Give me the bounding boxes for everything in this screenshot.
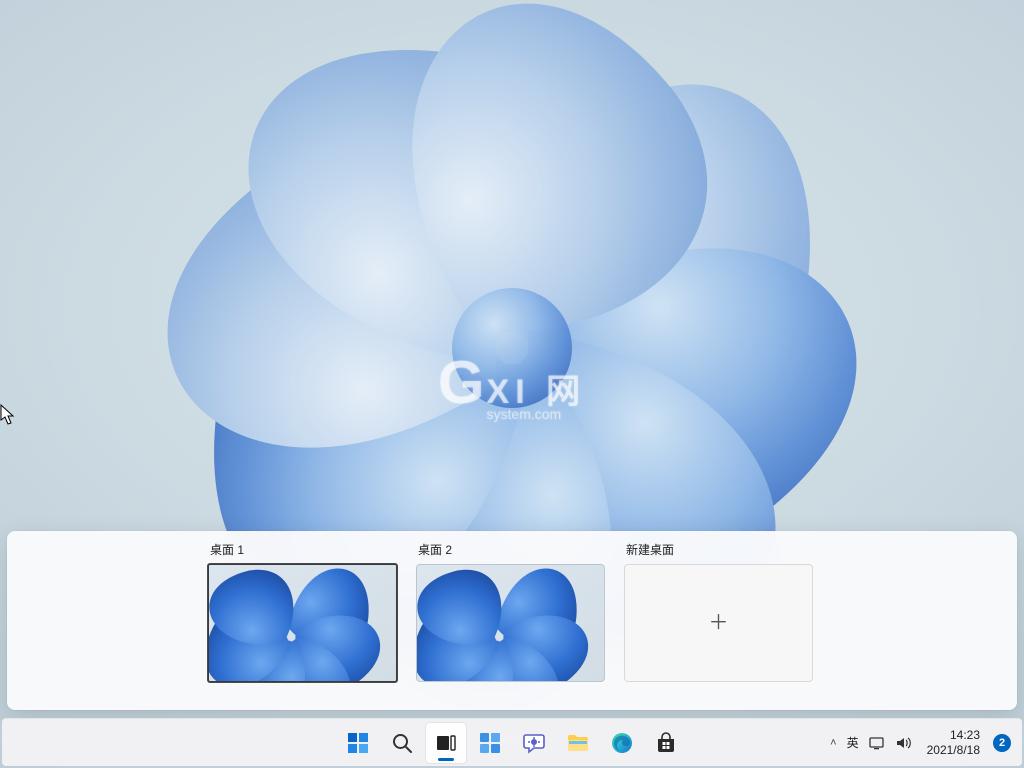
system-tray[interactable]: ˄ 英 [822,723,918,763]
explorer-icon [566,731,590,755]
chat-button[interactable] [514,723,554,763]
tray-overflow-icon[interactable]: ˄ [830,737,836,749]
watermark-g: G [438,348,485,417]
widgets-button[interactable] [470,723,510,763]
store-button[interactable] [646,723,686,763]
start-button[interactable] [338,723,378,763]
taskbar-right: ˄ 英 14:23 2021/8/18 2 [822,719,1016,766]
taskbar-center [338,723,686,763]
store-icon [654,731,678,755]
edge-button[interactable] [602,723,642,763]
search-icon [390,731,414,755]
ime-indicator[interactable]: 英 [847,734,859,751]
virtual-desktop-2[interactable]: 桌面 2 [416,541,608,682]
new-desktop-button[interactable]: ＋ [624,564,813,682]
new-virtual-desktop[interactable]: 新建桌面 ＋ [624,541,816,682]
virtual-desktop-1[interactable]: 桌面 1 [208,541,400,682]
clock-date: 2021/8/18 [927,743,980,758]
taskview-icon [434,731,458,755]
watermark: G XI 网 system.com [438,348,586,420]
plus-icon: ＋ [709,613,729,633]
file-explorer-button[interactable] [558,723,598,763]
virtual-desktop-label: 桌面 2 [418,541,608,558]
task-view-panel: 桌面 1 [7,531,1017,710]
search-button[interactable] [382,723,422,763]
virtual-desktop-thumbnail[interactable] [416,564,605,682]
clock-time: 14:23 [950,728,980,743]
notifications-button[interactable]: 2 [988,723,1016,763]
new-desktop-label: 新建桌面 [626,541,816,558]
widgets-icon [478,731,502,755]
mouse-cursor [0,404,16,426]
taskbar: ˄ 英 14:23 2021/8/18 2 [2,718,1022,766]
volume-icon[interactable] [895,735,911,751]
edge-icon [610,731,634,755]
virtual-desktop-thumbnail[interactable] [208,564,397,682]
start-icon [346,731,370,755]
network-icon[interactable] [869,735,885,751]
notification-badge: 2 [993,734,1011,752]
clock[interactable]: 14:23 2021/8/18 [921,723,986,763]
task-view-button[interactable] [426,723,466,763]
chat-icon [522,731,546,755]
virtual-desktop-label: 桌面 1 [210,541,400,558]
